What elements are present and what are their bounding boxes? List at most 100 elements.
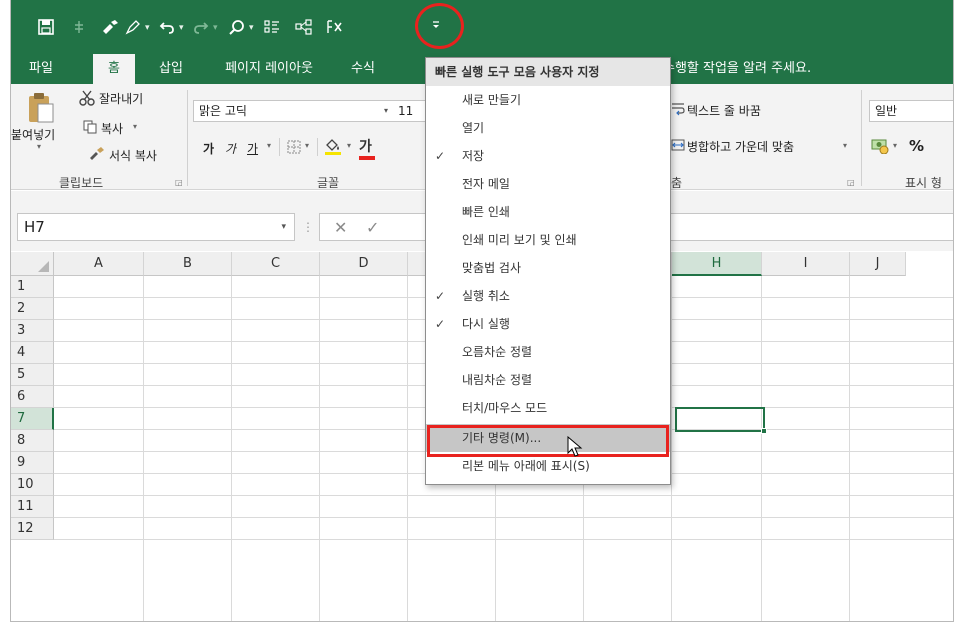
menu-item-sort-ascending[interactable]: 오름차순 정렬 (426, 338, 670, 366)
cancel-icon[interactable]: ✕ (334, 218, 347, 237)
highlight-circle (415, 3, 464, 49)
column-header-j[interactable]: J (850, 252, 906, 276)
merge-center-button[interactable]: 병합하고 가운데 맞춤 (687, 138, 794, 155)
fill-color-dropdown-icon[interactable]: ▾ (347, 141, 351, 150)
percent-button[interactable]: % (909, 137, 924, 155)
menu-item-new[interactable]: 새로 만들기 (426, 86, 670, 114)
merge-dropdown-icon[interactable]: ▾ (843, 141, 847, 150)
separator (861, 90, 862, 186)
cut-button[interactable]: 잘라내기 (99, 90, 143, 107)
separator (187, 90, 188, 186)
format-painter-brush-icon[interactable] (89, 146, 107, 163)
menu-item-quick-print[interactable]: 빠른 인쇄 (426, 198, 670, 226)
column-header-d[interactable]: D (320, 252, 408, 276)
clipboard-launcher-icon[interactable]: ◲ (175, 178, 183, 187)
row-header-12[interactable]: 12 (11, 518, 54, 540)
number-format-combo[interactable]: 일반 (869, 100, 953, 122)
copy-dropdown-icon[interactable]: ▾ (133, 122, 137, 131)
underline-button[interactable]: 가 (247, 140, 258, 157)
menu-item-touch-mouse-mode[interactable]: 터치/마우스 모드 (426, 394, 670, 422)
cut-icon[interactable] (79, 90, 97, 109)
wrap-text-button[interactable]: 텍스트 줄 바꿈 (687, 102, 761, 119)
redo-dropdown-icon[interactable]: ▾ (213, 16, 221, 38)
sort-icon[interactable] (261, 16, 283, 38)
checkmark-icon: ✓ (435, 317, 446, 331)
search-dropdown-icon[interactable]: ▾ (249, 16, 257, 38)
row-header-2[interactable]: 2 (11, 298, 54, 320)
row-header-6[interactable]: 6 (11, 386, 54, 408)
border-icon[interactable] (287, 140, 303, 157)
select-all-triangle-icon (38, 261, 49, 272)
redo-icon[interactable] (191, 16, 211, 38)
row-header-9[interactable]: 9 (11, 452, 54, 474)
undo-icon[interactable] (157, 16, 177, 38)
merge-center-icon[interactable] (671, 138, 687, 155)
row-header-5[interactable]: 5 (11, 364, 54, 386)
save-icon[interactable] (36, 16, 56, 38)
paste-button[interactable]: 붙여넣기 (11, 126, 73, 143)
row-header-7[interactable]: 7 (11, 408, 54, 430)
enter-icon[interactable]: ✓ (366, 218, 379, 237)
clear-icon[interactable] (323, 16, 345, 38)
checkmark-icon: ✓ (435, 149, 446, 163)
touch-mode-icon[interactable] (69, 16, 89, 38)
font-name-combo[interactable]: 맑은 고딕 ▾ (193, 100, 417, 122)
row-header-10[interactable]: 10 (11, 474, 54, 496)
column-header-h[interactable]: H (672, 252, 762, 276)
row-header-1[interactable]: 1 (11, 276, 54, 298)
tab-formulas[interactable]: 수식 (341, 54, 385, 84)
row-header-3[interactable]: 3 (11, 320, 54, 342)
bold-button[interactable]: 가 (203, 140, 214, 157)
format-painter-button[interactable]: 서식 복사 (109, 147, 157, 164)
draw-dropdown-icon[interactable]: ▾ (145, 16, 153, 38)
format-painter-icon[interactable] (99, 16, 121, 38)
column-header-b[interactable]: B (144, 252, 232, 276)
tab-insert[interactable]: 삽입 (149, 54, 193, 84)
tab-page-layout[interactable]: 페이지 레이아웃 (209, 54, 329, 84)
paste-dropdown-icon[interactable]: ▾ (37, 142, 41, 151)
menu-item-undo[interactable]: ✓ 실행 취소 (426, 282, 670, 310)
row-header-4[interactable]: 4 (11, 342, 54, 364)
copy-button[interactable]: 복사 (101, 120, 123, 137)
tab-file[interactable]: 파일 (21, 54, 61, 84)
undo-dropdown-icon[interactable]: ▾ (179, 16, 187, 38)
active-cell-h7[interactable] (675, 407, 767, 434)
fill-handle[interactable] (761, 428, 767, 434)
underline-dropdown-icon[interactable]: ▾ (267, 141, 271, 150)
menu-item-spelling[interactable]: 맞춤법 검사 (426, 254, 670, 282)
menu-item-open[interactable]: 열기 (426, 114, 670, 142)
currency-icon[interactable] (871, 136, 891, 157)
draw-icon[interactable] (123, 16, 143, 38)
copy-icon[interactable] (83, 120, 99, 137)
fill-color-icon[interactable] (323, 136, 345, 159)
row-header-11[interactable]: 11 (11, 496, 54, 518)
font-color-button[interactable]: 가 (359, 136, 377, 160)
search-icon[interactable] (227, 16, 247, 38)
italic-button[interactable]: 가 (225, 140, 236, 157)
row-header-8[interactable]: 8 (11, 430, 54, 452)
border-dropdown-icon[interactable]: ▾ (305, 141, 309, 150)
column-header-c[interactable]: C (232, 252, 320, 276)
currency-dropdown-icon[interactable]: ▾ (893, 141, 897, 150)
column-header-i[interactable]: I (762, 252, 850, 276)
menu-item-label: 실행 취소 (462, 289, 510, 303)
gridline (407, 276, 408, 621)
wrap-text-icon[interactable] (671, 102, 687, 119)
menu-item-email[interactable]: 전자 메일 (426, 170, 670, 198)
menu-item-redo[interactable]: ✓ 다시 실행 (426, 310, 670, 338)
name-box[interactable]: H7 ▾ (17, 213, 295, 241)
separator (317, 138, 318, 156)
tab-home[interactable]: 홈 (93, 54, 135, 84)
column-header-a[interactable]: A (54, 252, 144, 276)
font-size-combo[interactable]: 11 (397, 100, 427, 122)
quick-access-toolbar: ▾ ▾ ▾ ▾ (11, 0, 953, 54)
select-all-button[interactable] (11, 252, 54, 276)
formula-bar-resize-handle[interactable]: ⋮ (302, 220, 314, 234)
connector-icon[interactable] (293, 16, 315, 38)
menu-item-sort-descending[interactable]: 내림차순 정렬 (426, 366, 670, 394)
tell-me-search[interactable]: 수행할 작업을 알려 주세요. (663, 54, 811, 84)
menu-item-save[interactable]: ✓ 저장 (426, 142, 670, 170)
paste-icon[interactable] (27, 92, 57, 124)
menu-item-print-preview[interactable]: 인쇄 미리 보기 및 인쇄 (426, 226, 670, 254)
alignment-launcher-icon[interactable]: ◲ (847, 178, 855, 187)
